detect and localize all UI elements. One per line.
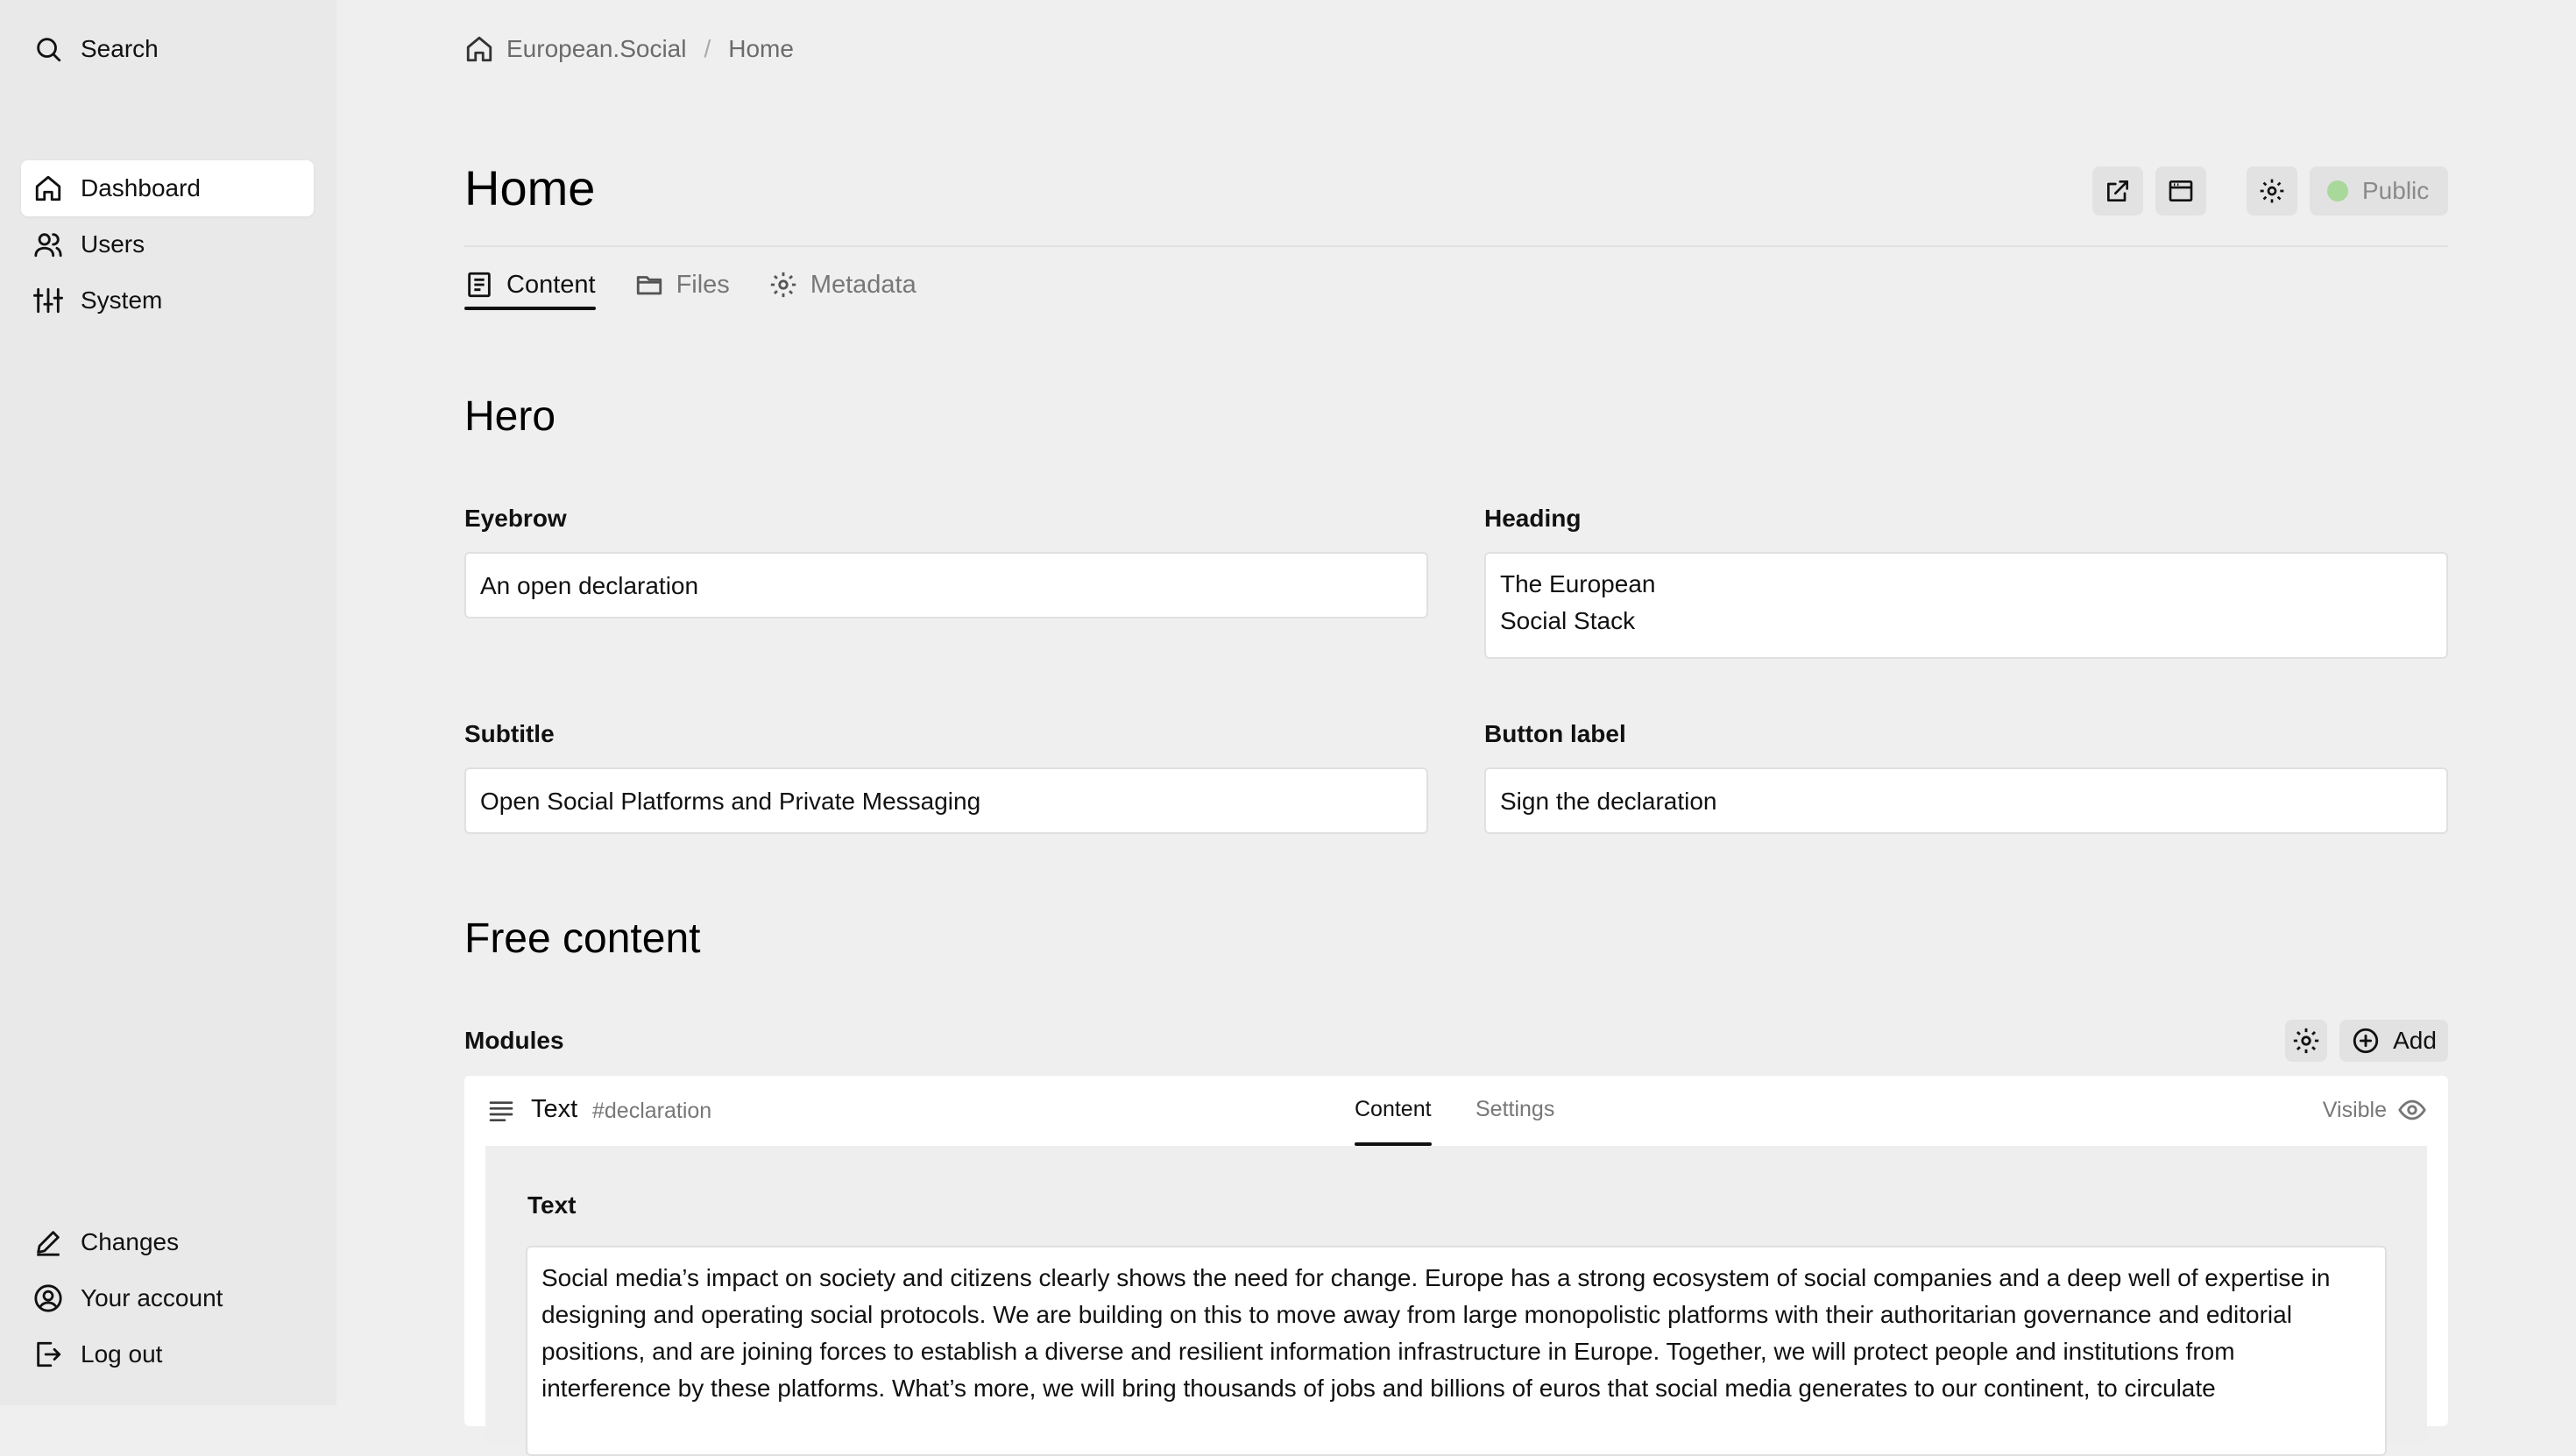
- tab-files[interactable]: Files: [634, 259, 730, 310]
- users-icon: [34, 233, 62, 258]
- search-label: Search: [81, 35, 159, 62]
- sidebar-item-label: Your account: [81, 1284, 223, 1311]
- tab-label: Metadata: [810, 270, 916, 299]
- browser-window-icon: [2169, 180, 2193, 201]
- sidebar-item-log-out[interactable]: Log out: [21, 1326, 314, 1382]
- section-title-free-content: Free content: [464, 915, 701, 962]
- text-field[interactable]: Social media’s impact on society and cit…: [526, 1246, 2387, 1456]
- preview-button[interactable]: [2155, 166, 2206, 216]
- module-header: Text #declaration Content Settings Visib…: [464, 1076, 2448, 1146]
- document-icon: [468, 272, 491, 298]
- open-external-button[interactable]: [2092, 166, 2143, 216]
- module-tab-settings[interactable]: Settings: [1476, 1097, 1554, 1146]
- eye-icon: [2398, 1099, 2426, 1120]
- breadcrumb-site[interactable]: European.Social: [506, 35, 686, 63]
- tab-label: Files: [676, 270, 730, 299]
- add-module-button[interactable]: Add: [2339, 1020, 2448, 1062]
- module-anchor: #declaration: [592, 1099, 712, 1123]
- sidebar-item-label: Log out: [81, 1340, 163, 1368]
- tab-metadata[interactable]: Metadata: [768, 259, 916, 310]
- page-settings-button[interactable]: [2247, 166, 2297, 216]
- text-label: Text: [527, 1191, 577, 1219]
- sidebar-item-users[interactable]: Users: [21, 216, 314, 272]
- add-label: Add: [2393, 1027, 2437, 1054]
- sidebar-item-label: System: [81, 286, 163, 314]
- breadcrumb-current[interactable]: Home: [728, 35, 794, 63]
- drag-handle-icon[interactable]: [487, 1097, 515, 1125]
- section-title-hero: Hero: [464, 393, 556, 440]
- visibility-toggle[interactable]: Visible: [2323, 1095, 2427, 1125]
- tab-content[interactable]: Content: [464, 259, 596, 310]
- text-module: Text #declaration Content Settings Visib…: [464, 1076, 2448, 1456]
- breadcrumb-separator: /: [704, 35, 711, 62]
- status-label: Public: [2362, 177, 2430, 204]
- eyebrow-field[interactable]: An open declaration: [464, 552, 1428, 618]
- button-label-field[interactable]: Sign the declaration: [1484, 767, 2448, 834]
- divider: [464, 245, 2448, 247]
- external-link-icon: [2107, 180, 2128, 201]
- main-content: European.Social / Home Home Public Conte…: [464, 0, 2448, 1456]
- gear-icon: [2293, 1028, 2319, 1054]
- sidebar-item-system[interactable]: System: [21, 272, 314, 329]
- search-button[interactable]: Search: [21, 21, 314, 77]
- sidebar-item-label: Changes: [81, 1228, 180, 1255]
- modules-label: Modules: [464, 1027, 564, 1054]
- visibility-label: Visible: [2322, 1097, 2387, 1122]
- heading-label: Heading: [1484, 505, 1582, 532]
- page-title: Home: [464, 160, 596, 216]
- sidebar-item-changes[interactable]: Changes: [21, 1214, 314, 1270]
- eyebrow-label: Eyebrow: [464, 505, 567, 532]
- heading-field[interactable]: The European Social Stack: [1484, 552, 2448, 659]
- home-icon: [35, 175, 61, 201]
- tab-label: Content: [506, 270, 596, 299]
- module-body: Text Social media’s impact on society an…: [485, 1146, 2427, 1456]
- breadcrumb: European.Social / Home: [464, 30, 794, 68]
- search-icon: [37, 38, 61, 62]
- sidebar-item-label: Dashboard: [81, 174, 201, 201]
- home-icon[interactable]: [464, 34, 494, 64]
- pen-icon: [37, 1231, 60, 1256]
- sidebar-item-your-account[interactable]: Your account: [21, 1270, 314, 1326]
- sidebar-item-dashboard[interactable]: Dashboard: [21, 160, 314, 216]
- subtitle-label: Subtitle: [464, 720, 555, 747]
- module-type: Text: [531, 1095, 578, 1123]
- logout-icon: [37, 1341, 61, 1368]
- module-tab-content[interactable]: Content: [1355, 1097, 1432, 1146]
- sidebar-item-label: Users: [81, 230, 145, 258]
- user-circle-icon: [34, 1284, 62, 1312]
- modules-settings-button[interactable]: [2285, 1020, 2327, 1062]
- plus-circle-icon: [2353, 1028, 2379, 1054]
- status-dot-icon: [2327, 180, 2348, 201]
- status-button[interactable]: Public: [2310, 166, 2448, 216]
- folder-icon: [636, 276, 662, 295]
- button-label-label: Button label: [1484, 720, 1626, 747]
- gear-icon: [770, 272, 796, 298]
- subtitle-field[interactable]: Open Social Platforms and Private Messag…: [464, 767, 1428, 834]
- sliders-icon: [33, 287, 63, 314]
- gear-icon: [2260, 179, 2284, 203]
- sidebar: Search Dashboard Users System Changes Yo…: [0, 0, 336, 1405]
- page-tabs: Content Files Metadata: [464, 259, 916, 310]
